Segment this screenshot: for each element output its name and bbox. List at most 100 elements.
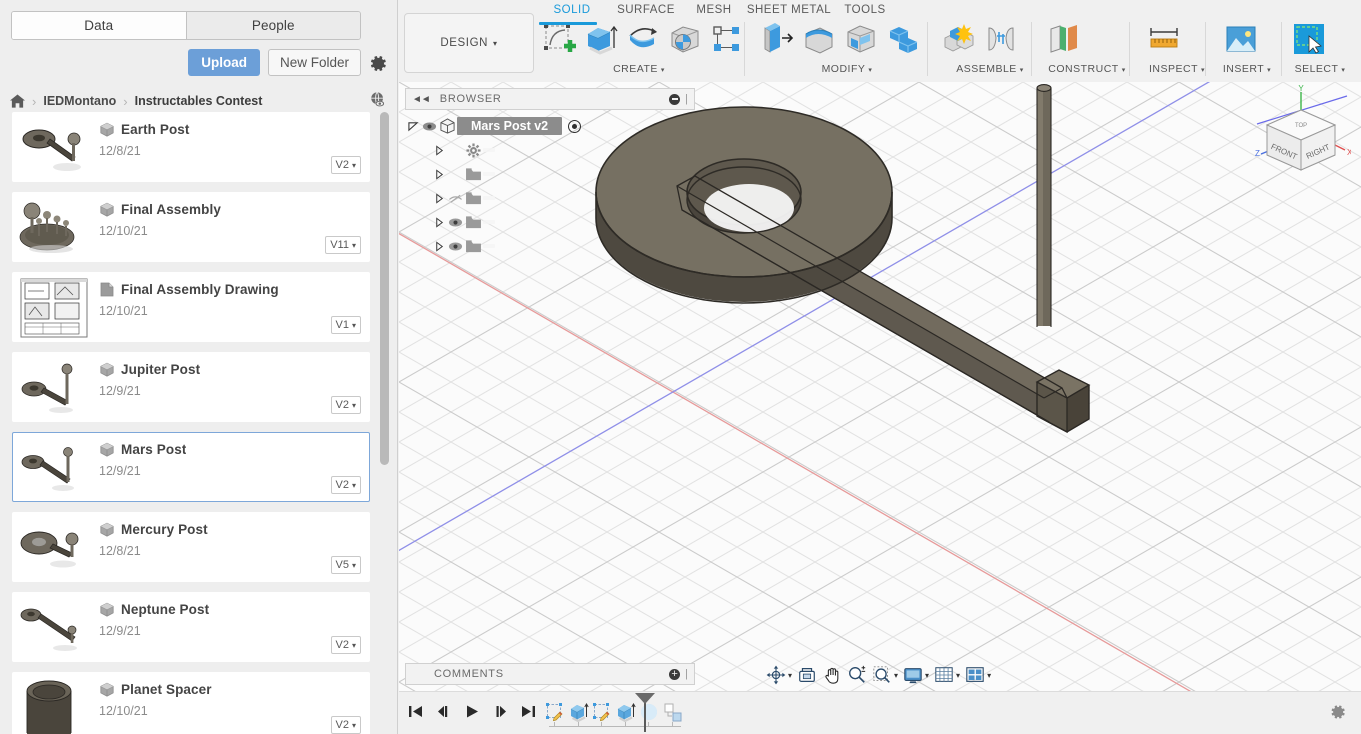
orbit-icon[interactable]: ▾ bbox=[764, 663, 794, 687]
timeline-feature-track[interactable] bbox=[545, 693, 695, 732]
version-badge[interactable]: V2 ▾ bbox=[330, 476, 361, 494]
panel-label-select[interactable]: SELECT ▾ bbox=[1279, 63, 1361, 75]
minus-circle-icon[interactable] bbox=[669, 93, 681, 105]
plus-circle-icon[interactable]: + bbox=[669, 668, 681, 680]
display-settings-icon[interactable]: ▾ bbox=[901, 663, 931, 687]
tree-root-node[interactable]: Mars Post v2 bbox=[405, 114, 705, 138]
file-list[interactable]: Earth Post 12/8/21 V2 ▾ Final Assembly 12/10/… bbox=[0, 112, 397, 734]
home-icon[interactable] bbox=[10, 94, 25, 108]
timeline-marker-handle[interactable] bbox=[635, 693, 655, 704]
combine-icon[interactable] bbox=[883, 20, 923, 58]
file-card[interactable]: Mars Post 12/9/21 V2 ▾ bbox=[12, 432, 370, 502]
zoom-window-icon[interactable]: ▾ bbox=[870, 663, 900, 687]
tree-node-document-settings[interactable] bbox=[405, 138, 705, 162]
panel-label-modify[interactable]: MODIFY ▾ bbox=[757, 63, 937, 75]
version-badge[interactable]: V2 ▾ bbox=[330, 636, 361, 654]
zoom-icon[interactable] bbox=[845, 663, 869, 687]
eye-icon[interactable] bbox=[421, 121, 437, 132]
extrude-icon[interactable] bbox=[581, 20, 621, 58]
eye-icon[interactable] bbox=[447, 241, 463, 252]
timeline-feature[interactable] bbox=[616, 702, 636, 723]
tree-node-named-views[interactable] bbox=[405, 162, 705, 186]
panel-label-assemble[interactable]: ASSEMBLE ▾ bbox=[935, 63, 1045, 75]
create-sketch-icon[interactable] bbox=[539, 20, 579, 58]
comments-resize-grip[interactable]: | bbox=[685, 668, 688, 680]
file-card[interactable]: Final Assembly Drawing 12/10/21 V1 ▾ bbox=[12, 272, 370, 342]
breadcrumb-item-project[interactable]: IEDMontano bbox=[43, 94, 116, 108]
offset-plane-icon[interactable] bbox=[1044, 20, 1084, 58]
panel-label-construct[interactable]: CONSTRUCT ▾ bbox=[1032, 63, 1142, 75]
step-back-icon[interactable] bbox=[434, 700, 454, 722]
ribbon-tab-sheet-metal[interactable]: SHEET METAL bbox=[745, 4, 833, 16]
gear-icon[interactable] bbox=[367, 52, 389, 74]
tab-people[interactable]: People bbox=[185, 12, 360, 39]
rectangular-pattern-icon[interactable] bbox=[707, 20, 747, 58]
collapse-left-icon[interactable]: ◄◄ bbox=[412, 94, 431, 105]
version-badge[interactable]: V2 ▾ bbox=[330, 396, 361, 414]
version-badge[interactable]: V5 ▾ bbox=[330, 556, 361, 574]
browser-tree[interactable]: Mars Post v2 bbox=[405, 114, 705, 258]
triangle-down-icon[interactable] bbox=[405, 121, 421, 132]
eye-icon[interactable] bbox=[447, 217, 463, 228]
measure-icon[interactable] bbox=[1144, 20, 1184, 58]
timeline-feature[interactable] bbox=[545, 702, 565, 722]
timeline-feature[interactable] bbox=[569, 702, 589, 723]
view-cube[interactable]: Y X Z TOP FRONT RIGHT bbox=[1251, 82, 1353, 182]
timeline-feature[interactable] bbox=[592, 702, 612, 722]
eye-icon[interactable] bbox=[447, 193, 463, 204]
ribbon-tab-surface[interactable]: SURFACE bbox=[609, 4, 683, 16]
step-forward-icon[interactable] bbox=[490, 700, 510, 722]
look-at-icon[interactable] bbox=[795, 663, 819, 687]
triangle-right-icon[interactable] bbox=[431, 216, 447, 228]
triangle-right-icon[interactable] bbox=[431, 168, 447, 180]
revolve-icon[interactable] bbox=[623, 20, 663, 58]
radio-active-icon[interactable] bbox=[568, 119, 582, 133]
breadcrumb-item-folder[interactable]: Instructables Contest bbox=[135, 94, 263, 108]
globe-eye-icon[interactable] bbox=[369, 91, 387, 109]
select-window-icon[interactable] bbox=[1289, 20, 1329, 58]
file-card[interactable]: Jupiter Post 12/9/21 V2 ▾ bbox=[12, 352, 370, 422]
ribbon-tab-mesh[interactable]: MESH bbox=[689, 4, 739, 16]
new-folder-button[interactable]: New Folder bbox=[267, 49, 361, 76]
version-badge[interactable]: V11 ▾ bbox=[325, 236, 361, 254]
triangle-right-icon[interactable] bbox=[431, 240, 447, 252]
press-pull-icon[interactable] bbox=[757, 20, 797, 58]
tree-node-sketches[interactable] bbox=[405, 234, 705, 258]
data-panel-scrollbar-thumb[interactable] bbox=[380, 112, 389, 465]
tab-data[interactable]: Data bbox=[12, 12, 186, 39]
fillet-icon[interactable] bbox=[799, 20, 839, 58]
upload-button[interactable]: Upload bbox=[188, 49, 260, 76]
file-card[interactable]: Earth Post 12/8/21 V2 ▾ bbox=[12, 112, 370, 182]
version-badge[interactable]: V2 ▾ bbox=[330, 156, 361, 174]
version-badge[interactable]: V2 ▾ bbox=[330, 716, 361, 734]
viewcube-face-top[interactable]: TOP bbox=[1295, 123, 1307, 129]
viewport-layout-icon[interactable]: ▾ bbox=[963, 663, 993, 687]
workspace-selector[interactable]: DESIGN ▾ bbox=[404, 13, 534, 73]
hole-icon[interactable] bbox=[665, 20, 705, 58]
tree-node-bodies[interactable] bbox=[405, 210, 705, 234]
tree-node-origin[interactable] bbox=[405, 186, 705, 210]
ribbon-tab-solid[interactable]: SOLID bbox=[539, 4, 605, 16]
file-card[interactable]: Mercury Post 12/8/21 V5 ▾ bbox=[12, 512, 370, 582]
jump-start-icon[interactable] bbox=[406, 700, 426, 722]
pan-hand-icon[interactable] bbox=[820, 663, 844, 687]
panel-label-create[interactable]: CREATE ▾ bbox=[539, 63, 739, 75]
shell-icon[interactable] bbox=[841, 20, 881, 58]
file-card[interactable]: Neptune Post 12/9/21 V2 ▾ bbox=[12, 592, 370, 662]
version-badge[interactable]: V1 ▾ bbox=[330, 316, 361, 334]
triangle-right-icon[interactable] bbox=[431, 144, 447, 156]
panel-label-insert[interactable]: INSERT ▾ bbox=[1207, 63, 1287, 75]
timeline-feature[interactable] bbox=[639, 702, 659, 722]
grid-snap-icon[interactable]: ▾ bbox=[932, 663, 962, 687]
jump-end-icon[interactable] bbox=[518, 700, 538, 722]
new-component-icon[interactable] bbox=[939, 20, 979, 58]
panel-resize-grip[interactable]: | bbox=[685, 93, 688, 105]
file-card[interactable]: Final Assembly 12/10/21 V11 ▾ bbox=[12, 192, 370, 262]
triangle-right-icon[interactable] bbox=[431, 192, 447, 204]
joint-icon[interactable] bbox=[981, 20, 1021, 58]
play-icon[interactable] bbox=[462, 700, 482, 722]
insert-image-icon[interactable] bbox=[1221, 20, 1261, 58]
gear-icon[interactable] bbox=[1329, 703, 1349, 723]
ribbon-tab-tools[interactable]: TOOLS bbox=[839, 4, 891, 16]
file-card[interactable]: Planet Spacer 12/10/21 V2 ▾ bbox=[12, 672, 370, 734]
